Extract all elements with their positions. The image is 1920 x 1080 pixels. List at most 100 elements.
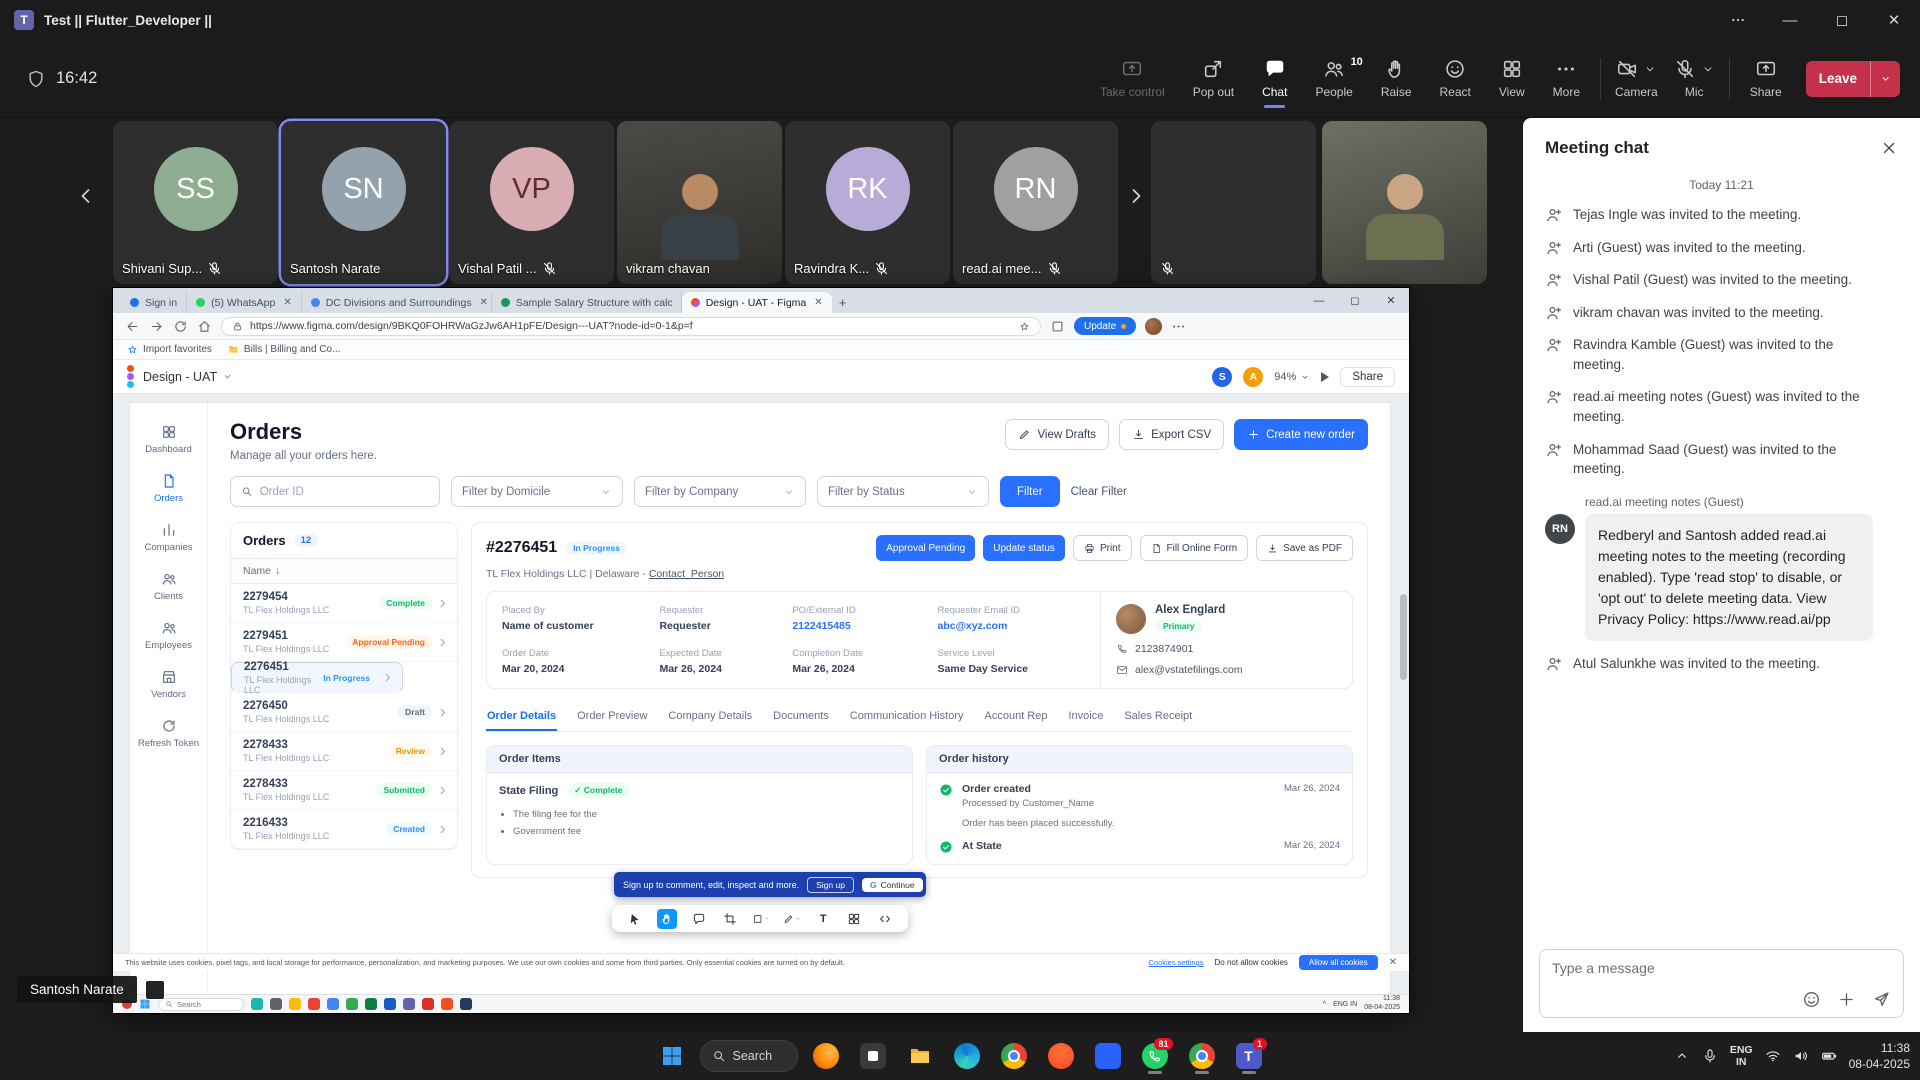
sidebar-item-vendors[interactable]: Vendors (130, 660, 207, 709)
figma-share-button[interactable]: Share (1340, 367, 1395, 387)
sidebar-item-refresh-token[interactable]: Refresh Token (130, 709, 207, 758)
mic-chevron-icon[interactable] (1701, 62, 1715, 76)
order-row[interactable]: 2276450TL Flex Holdings LLC Draft (231, 693, 457, 732)
participant-tile[interactable]: VP Vishal Patil ... (449, 121, 614, 284)
approval-pending-button[interactable]: Approval Pending (876, 535, 975, 561)
view-button[interactable]: View (1485, 40, 1539, 117)
taskbar-app-icon[interactable] (422, 998, 434, 1010)
message-input[interactable] (1552, 960, 1891, 976)
shape-tool-icon[interactable] (752, 910, 770, 928)
taskbar-app-icon[interactable] (289, 998, 301, 1010)
mic-tray-icon[interactable] (1702, 1048, 1718, 1064)
collaborator-avatar[interactable]: S (1212, 367, 1232, 387)
participant-tile[interactable]: RK Ravindra K... (785, 121, 950, 284)
create-new-order-button[interactable]: Create new order (1234, 419, 1368, 450)
browser-maximize-button[interactable]: ◻ (1337, 294, 1373, 307)
attach-plus-icon[interactable] (1837, 990, 1856, 1009)
shared-screen[interactable]: Sign in (5) WhatsApp✕ DC Divisions and S… (113, 288, 1409, 1013)
participant-tile[interactable]: vikram chavan (617, 121, 782, 284)
participant-tile[interactable]: SS Shivani Sup... (113, 121, 278, 284)
camera-off-icon[interactable] (1616, 58, 1638, 80)
filter-company-select[interactable]: Filter by Company (634, 476, 806, 507)
new-tab-button[interactable]: + (832, 292, 854, 313)
taskbar-app-icon[interactable] (346, 998, 358, 1010)
tab-invoice[interactable]: Invoice (1067, 703, 1104, 731)
camera-chevron-icon[interactable] (1643, 62, 1657, 76)
collaborator-avatar[interactable]: A (1243, 367, 1263, 387)
order-row[interactable]: 2216433TL Flex Holdings LLC Created (231, 810, 457, 849)
maximize-button[interactable]: ◻ (1816, 0, 1868, 40)
browser-tab-active[interactable]: Design - UAT - Figma✕ (682, 292, 832, 313)
mic-off-icon[interactable] (1674, 58, 1696, 80)
chat-button[interactable]: Chat (1248, 40, 1301, 117)
widgets-tool-icon[interactable] (845, 910, 863, 928)
tray-chevron-icon[interactable] (1674, 1048, 1690, 1064)
browser-tab[interactable]: Sign in (121, 292, 187, 313)
cookie-settings-link[interactable]: Cookies settings (1149, 958, 1204, 967)
order-row-selected[interactable]: 2276451TL Flex Holdings LLC In Progress (231, 662, 403, 693)
hand-tool-icon[interactable] (657, 909, 677, 929)
contact-phone[interactable]: 2123874901 (1116, 643, 1337, 655)
taskbar-app-icon[interactable] (270, 998, 282, 1010)
battery-icon[interactable] (1821, 1048, 1837, 1064)
view-drafts-button[interactable]: View Drafts (1005, 419, 1109, 450)
taskbar-clock[interactable]: 11:38 08-04-2025 (1849, 1040, 1910, 1072)
text-tool-icon[interactable]: T (814, 910, 832, 928)
taskbar-app-icon[interactable] (384, 998, 396, 1010)
shared-clock[interactable]: 11:38 08-04-2025 (1364, 995, 1400, 1013)
tab-order-details[interactable]: Order Details (486, 703, 557, 731)
browser-menu-icon[interactable] (1171, 319, 1186, 334)
sidebar-item-orders[interactable]: Orders (130, 464, 207, 513)
contact-person-link[interactable]: Contact_Person (649, 568, 724, 580)
more-button[interactable]: More (1539, 40, 1594, 117)
react-button[interactable]: React (1426, 40, 1485, 117)
figma-logo-icon[interactable] (127, 365, 134, 388)
tray-chevron-icon[interactable]: ^ (1323, 1001, 1326, 1008)
fill-online-form-button[interactable]: Fill Online Form (1140, 535, 1249, 561)
message-bubble[interactable]: Redberyl and Santosh added read.ai meeti… (1585, 514, 1873, 641)
taskbar-app-icon[interactable] (460, 998, 472, 1010)
column-header-name[interactable]: Name (243, 565, 271, 577)
chrome-icon[interactable] (995, 1037, 1033, 1075)
tab-close-icon[interactable]: ✕ (814, 297, 822, 308)
taskbar-app-icon[interactable] (403, 998, 415, 1010)
language-indicator[interactable]: ENG IN (1730, 1044, 1753, 1068)
shared-language-indicator[interactable]: ENG IN (1333, 1001, 1357, 1008)
pen-tool-icon[interactable] (783, 910, 801, 928)
shared-taskbar-search[interactable]: Search (158, 998, 244, 1011)
export-csv-button[interactable]: Export CSV (1119, 419, 1224, 450)
google-continue-button[interactable]: G Continue (862, 878, 923, 892)
spotlight-video-tile[interactable] (1322, 121, 1487, 284)
edge-icon[interactable] (948, 1037, 986, 1075)
file-explorer-icon[interactable] (901, 1037, 939, 1075)
participant-tile[interactable]: RN read.ai mee... (953, 121, 1118, 284)
message-compose-box[interactable] (1539, 949, 1904, 1018)
update-status-button[interactable]: Update status (983, 535, 1065, 561)
save-as-pdf-button[interactable]: Save as PDF (1256, 535, 1353, 561)
pop-out-button[interactable]: Pop out (1179, 40, 1248, 117)
filter-apply-button[interactable]: Filter (1000, 476, 1060, 507)
print-button[interactable]: Print (1073, 535, 1132, 561)
leave-chevron-icon[interactable] (1870, 61, 1900, 97)
blue-app-icon[interactable] (1089, 1037, 1127, 1075)
taskbar-app-icon[interactable] (327, 998, 339, 1010)
browser-tab[interactable]: Sample Salary Structure with calc✕ (492, 292, 682, 313)
browser-minimize-button[interactable]: ― (1301, 295, 1337, 307)
chat-close-icon[interactable] (1880, 139, 1898, 157)
back-icon[interactable] (125, 319, 140, 334)
presenter-控件-icon[interactable] (145, 980, 165, 1000)
sidebar-item-employees[interactable]: Employees (130, 611, 207, 660)
browser-update-button[interactable]: Update (1074, 317, 1136, 335)
close-button[interactable]: ✕ (1868, 0, 1920, 40)
figma-signup-button[interactable]: Sign up (807, 877, 854, 893)
tab-account-rep[interactable]: Account Rep (984, 703, 1049, 731)
browser-tab[interactable]: DC Divisions and Surroundings✕ (302, 292, 492, 313)
taskbar-app-icon[interactable] (365, 998, 377, 1010)
chat-message-list[interactable]: Today 11:21 Tejas Ingle was invited to t… (1523, 168, 1920, 939)
brave-icon[interactable] (1042, 1037, 1080, 1075)
tab-close-icon[interactable]: ✕ (283, 297, 291, 308)
people-button[interactable]: 10 People (1301, 40, 1366, 117)
order-id-input[interactable] (260, 486, 429, 498)
share-button[interactable]: Share (1736, 40, 1796, 117)
minimize-button[interactable]: ― (1764, 0, 1816, 40)
